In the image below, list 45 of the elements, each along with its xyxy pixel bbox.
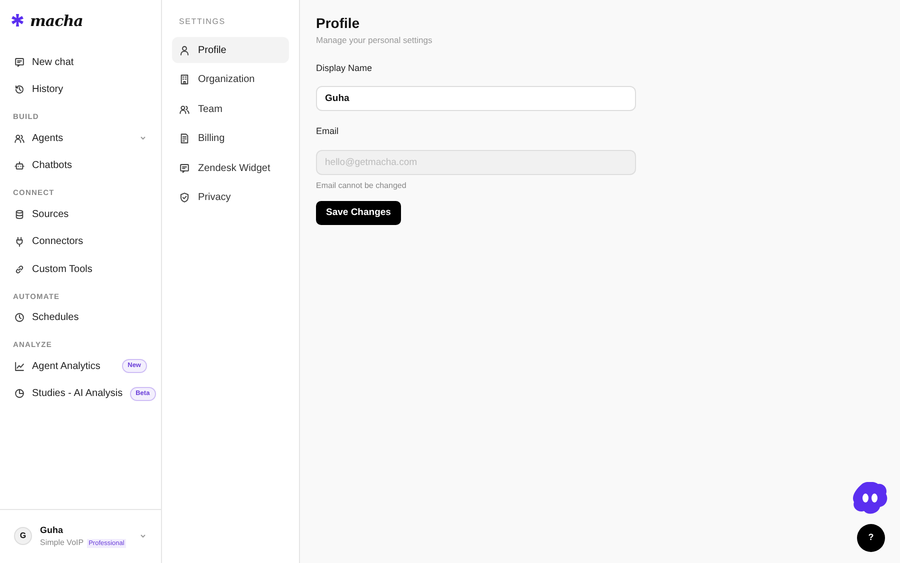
settings-tab[interactable]: Billing	[172, 126, 289, 152]
sidebar-item[interactable]: Connectors	[0, 228, 161, 256]
sidebar-item[interactable]: Sources	[0, 200, 161, 228]
building-icon	[179, 74, 190, 85]
line-chart-icon	[14, 360, 25, 372]
history-icon	[14, 84, 25, 96]
logo-icon	[10, 14, 25, 28]
settings-tab[interactable]: Organization	[172, 66, 289, 92]
page-title: Profile	[316, 14, 361, 32]
field-label: Display Name	[316, 62, 374, 75]
sidebar-item[interactable]: History	[0, 76, 161, 104]
robot-icon	[14, 160, 25, 172]
settings-tab[interactable]: Zendesk Widget	[172, 155, 289, 181]
pie-chart-icon	[14, 388, 25, 400]
sidebar-item[interactable]: Custom Tools	[0, 256, 161, 283]
chat-icon	[179, 162, 190, 174]
sidebar-item[interactable]: Schedules	[0, 304, 161, 332]
shield-icon	[179, 192, 190, 203]
sidebar-item[interactable]: New chat	[0, 48, 161, 76]
clock-icon	[14, 312, 25, 324]
field-hint: Email cannot be changed	[316, 180, 408, 192]
avatar: G	[14, 527, 32, 546]
link-icon	[14, 264, 25, 275]
sidebar-item[interactable]: Agents	[0, 124, 161, 152]
settings-tab[interactable]: Profile	[172, 37, 289, 63]
section-heading: SETTINGS	[178, 16, 226, 28]
chat-bubble-icon[interactable]	[852, 482, 888, 515]
name-field[interactable]: Guha	[316, 86, 636, 112]
brand-name: macha	[30, 11, 83, 32]
users-icon	[14, 132, 25, 144]
chat-icon	[14, 56, 25, 68]
users-icon	[179, 104, 190, 114]
field-label: Email	[316, 125, 340, 138]
chevron-icon	[139, 532, 147, 540]
settings-tab[interactable]: Team	[172, 96, 289, 122]
user-name: Guha	[40, 524, 64, 536]
organization-name: Simple VoIP	[40, 538, 84, 547]
page-subtitle: Manage your personal settings	[316, 34, 434, 47]
save-button[interactable]: Save Changes	[316, 200, 401, 225]
plug-icon	[14, 236, 25, 248]
document-icon	[179, 133, 190, 144]
sidebar-item[interactable]: Chatbots	[0, 152, 161, 180]
settings-tab[interactable]: Privacy	[172, 184, 289, 210]
user-icon	[179, 44, 190, 56]
database-icon	[14, 208, 25, 220]
